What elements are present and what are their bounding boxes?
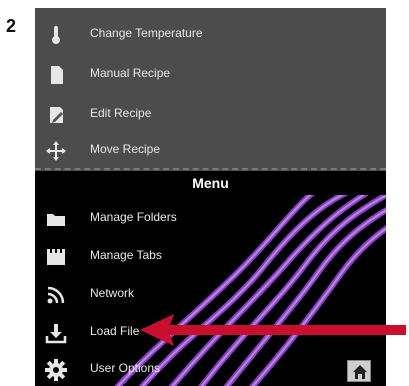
menu-item-move-recipe[interactable]: Move Recipe [35,136,386,166]
menu-item-label: Change Temperature [90,26,203,40]
edit-icon [45,104,67,126]
tabs-icon [45,246,67,268]
menu-item-network[interactable]: Network [35,280,386,310]
move-icon [45,140,67,162]
thermometer-icon [45,24,67,46]
menu-item-label: Manage Folders [90,210,177,224]
folder-icon [45,208,67,230]
menu-item-label: User Options [90,361,161,375]
menu-item-label: Manual Recipe [90,66,171,80]
pointer-arrow [140,314,406,346]
download-icon [45,322,67,344]
divider [35,168,386,170]
menu-item-manage-tabs[interactable]: Manage Tabs [35,242,386,272]
document-icon [45,64,67,86]
menu-item-label: Manage Tabs [90,248,162,262]
menu-item-manual-recipe[interactable]: Manual Recipe [35,60,386,90]
menu-item-manage-folders[interactable]: Manage Folders [35,204,386,234]
menu-header: Menu [35,171,386,195]
menu-item-label: Move Recipe [90,142,161,156]
step-number: 2 [6,16,17,36]
top-menu-panel: Change Temperature Manual Recipe Edit Re… [35,8,386,171]
menu-item-label: Network [90,286,135,300]
home-button[interactable] [347,360,371,382]
menu-item-user-options[interactable]: User Options [35,355,386,385]
wifi-icon [45,284,67,306]
menu-item-label: Load File [90,324,140,338]
gear-icon [45,359,67,381]
menu-item-label: Edit Recipe [90,106,152,120]
menu-item-change-temperature[interactable]: Change Temperature [35,20,386,50]
menu-item-edit-recipe[interactable]: Edit Recipe [35,100,386,130]
